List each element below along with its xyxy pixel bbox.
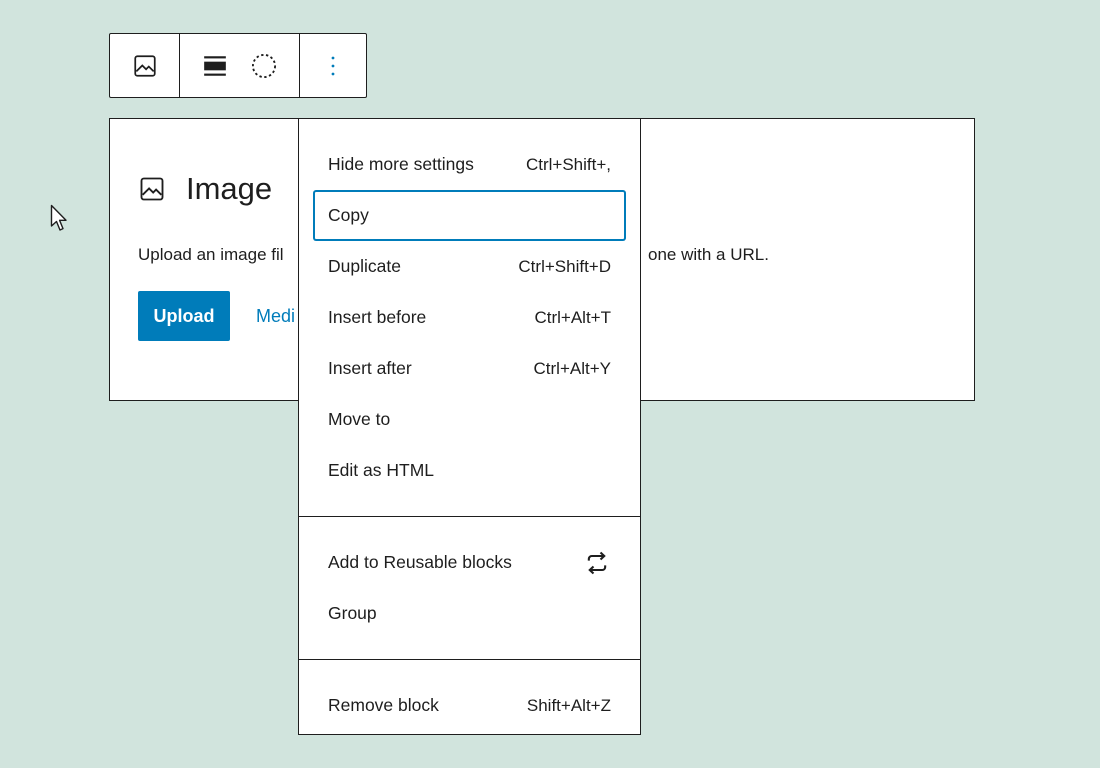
- menu-item-label: Remove block: [328, 695, 439, 715]
- align-full-width-icon: [204, 55, 226, 76]
- mouse-cursor-icon: [50, 204, 67, 231]
- upload-button[interactable]: Upload: [138, 291, 230, 341]
- menu-item-add-to-reusable-blocks[interactable]: Add to Reusable blocks: [313, 537, 626, 588]
- menu-item-shortcut: Ctrl+Shift+,: [525, 154, 611, 174]
- image-icon: [140, 177, 164, 201]
- menu-item-label: Edit as HTML: [328, 460, 434, 480]
- menu-item-shortcut: Shift+Alt+Z: [526, 695, 611, 715]
- toolbar-group-align: [179, 34, 299, 97]
- media-library-button[interactable]: Medi: [256, 306, 295, 327]
- menu-item-label: Copy: [328, 205, 369, 225]
- placeholder-title: Image: [138, 171, 272, 207]
- menu-item-duplicate[interactable]: Duplicate Ctrl+Shift+D: [313, 241, 626, 292]
- menu-item-label: Hide more settings: [328, 154, 474, 174]
- menu-item-copy[interactable]: Copy: [313, 190, 626, 241]
- placeholder-instructions: Upload an image fil: [138, 245, 284, 264]
- menu-group-tools: Hide more settings Ctrl+Shift+, Copy Dup…: [299, 119, 640, 496]
- menu-item-label: Insert after: [328, 358, 412, 378]
- menu-item-label: Move to: [328, 409, 391, 429]
- placeholder-title-text: Image: [186, 171, 273, 206]
- menu-item-label: Insert before: [328, 307, 427, 327]
- align-button[interactable]: [195, 46, 235, 86]
- menu-item-group[interactable]: Group: [313, 588, 626, 639]
- block-toolbar: [109, 33, 367, 98]
- toolbar-group-options: [299, 34, 366, 97]
- menu-item-shortcut: Ctrl+Alt+T: [534, 307, 611, 327]
- reusable-block-icon: [587, 551, 607, 574]
- menu-item-insert-after[interactable]: Insert after Ctrl+Alt+Y: [313, 343, 626, 394]
- menu-item-edit-as-html[interactable]: Edit as HTML: [313, 445, 626, 496]
- menu-item-remove-block[interactable]: Remove block Shift+Alt+Z: [313, 680, 626, 731]
- menu-item-insert-before[interactable]: Insert before Ctrl+Alt+T: [313, 292, 626, 343]
- menu-group-reusable: Add to Reusable blocks Group: [299, 516, 640, 639]
- menu-item-label: Group: [328, 603, 377, 623]
- menu-item-move-to[interactable]: Move to: [313, 394, 626, 445]
- menu-group-remove: Remove block Shift+Alt+Z: [299, 659, 640, 731]
- image-icon: [133, 54, 156, 77]
- menu-item-label: Add to Reusable blocks: [328, 552, 512, 572]
- menu-item-shortcut: Ctrl+Alt+Y: [533, 358, 611, 378]
- more-options-icon: [331, 56, 335, 75]
- block-type-button[interactable]: [125, 46, 165, 86]
- placeholder-instructions-tail: one with a URL.: [648, 245, 769, 264]
- more-options-button[interactable]: [313, 46, 353, 86]
- toolbar-group-block-type: [110, 34, 179, 97]
- menu-item-shortcut: Ctrl+Shift+D: [518, 256, 611, 276]
- duotone-button[interactable]: [244, 46, 284, 86]
- block-options-menu: Hide more settings Ctrl+Shift+, Copy Dup…: [298, 118, 641, 735]
- menu-item-hide-more-settings[interactable]: Hide more settings Ctrl+Shift+,: [313, 139, 626, 190]
- duotone-circle-icon: [251, 53, 277, 78]
- menu-item-label: Duplicate: [328, 256, 401, 276]
